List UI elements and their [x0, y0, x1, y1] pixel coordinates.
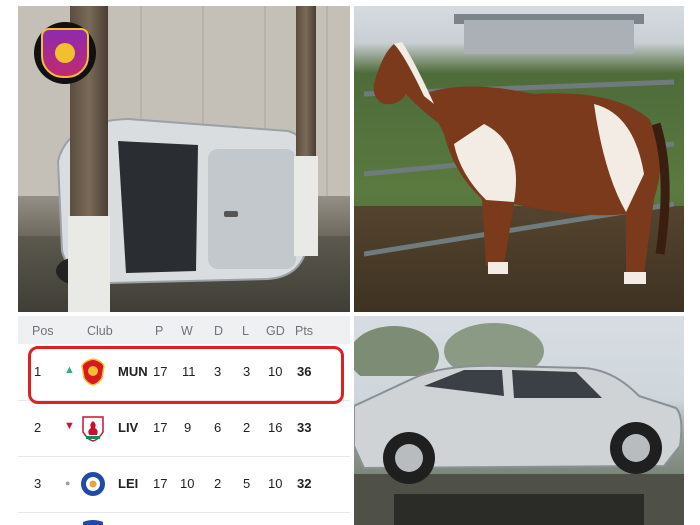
- photo-car-on-bridge: [354, 316, 684, 525]
- highlight-frame: [28, 346, 344, 404]
- row-w: 9: [184, 420, 192, 435]
- header-l: L: [242, 324, 249, 338]
- row-p: 17: [153, 420, 168, 435]
- row-l: 5: [243, 476, 251, 491]
- row-l: 2: [243, 420, 251, 435]
- painted-trunk: [68, 216, 110, 312]
- header-w: W: [181, 324, 193, 338]
- row-pts: 33: [297, 420, 312, 435]
- row-d: 6: [214, 420, 222, 435]
- photo-car-between-trees: [18, 6, 350, 312]
- row-w: 10: [180, 476, 195, 491]
- liv-crest-icon: [82, 416, 104, 442]
- row-gd: 10: [268, 476, 283, 491]
- header-p: P: [155, 324, 164, 338]
- header-d: D: [214, 324, 224, 338]
- row-pos: 2: [34, 420, 42, 435]
- row-p: 17: [153, 476, 168, 491]
- header-pts: Pts: [295, 324, 314, 338]
- photo-horse-on-fence: [354, 6, 684, 312]
- lei-crest-icon: [81, 472, 105, 496]
- league-table: Pos Club P W D L GD Pts 1 ▲ MUN 17 11 3 …: [18, 316, 350, 525]
- horse: [364, 42, 674, 284]
- club-name: LEI: [118, 476, 139, 491]
- triangle-down-icon: ▼: [64, 420, 75, 432]
- sedan-on-bridge: [354, 364, 684, 525]
- dot-icon: ●: [65, 478, 71, 488]
- row-gd: 16: [268, 420, 283, 435]
- next-crest-icon: [83, 520, 103, 525]
- header-gd: GD: [266, 324, 285, 338]
- club-name: LIV: [118, 420, 139, 435]
- soccer-ball-badge-icon: [34, 22, 96, 84]
- painted-trunk: [294, 156, 318, 256]
- table-row[interactable]: 3 ● LEI 17 10 2 5 10 32: [18, 456, 350, 513]
- row-pos: 3: [34, 476, 42, 491]
- table-header: Pos Club P W D L GD Pts: [18, 316, 350, 344]
- header-pos: Pos: [32, 324, 54, 338]
- table-row[interactable]: 2 ▼ LIV 17 9 6 2 16 33: [18, 400, 350, 457]
- row-pts: 32: [297, 476, 312, 491]
- header-club: Club: [87, 324, 113, 338]
- row-d: 2: [214, 476, 222, 491]
